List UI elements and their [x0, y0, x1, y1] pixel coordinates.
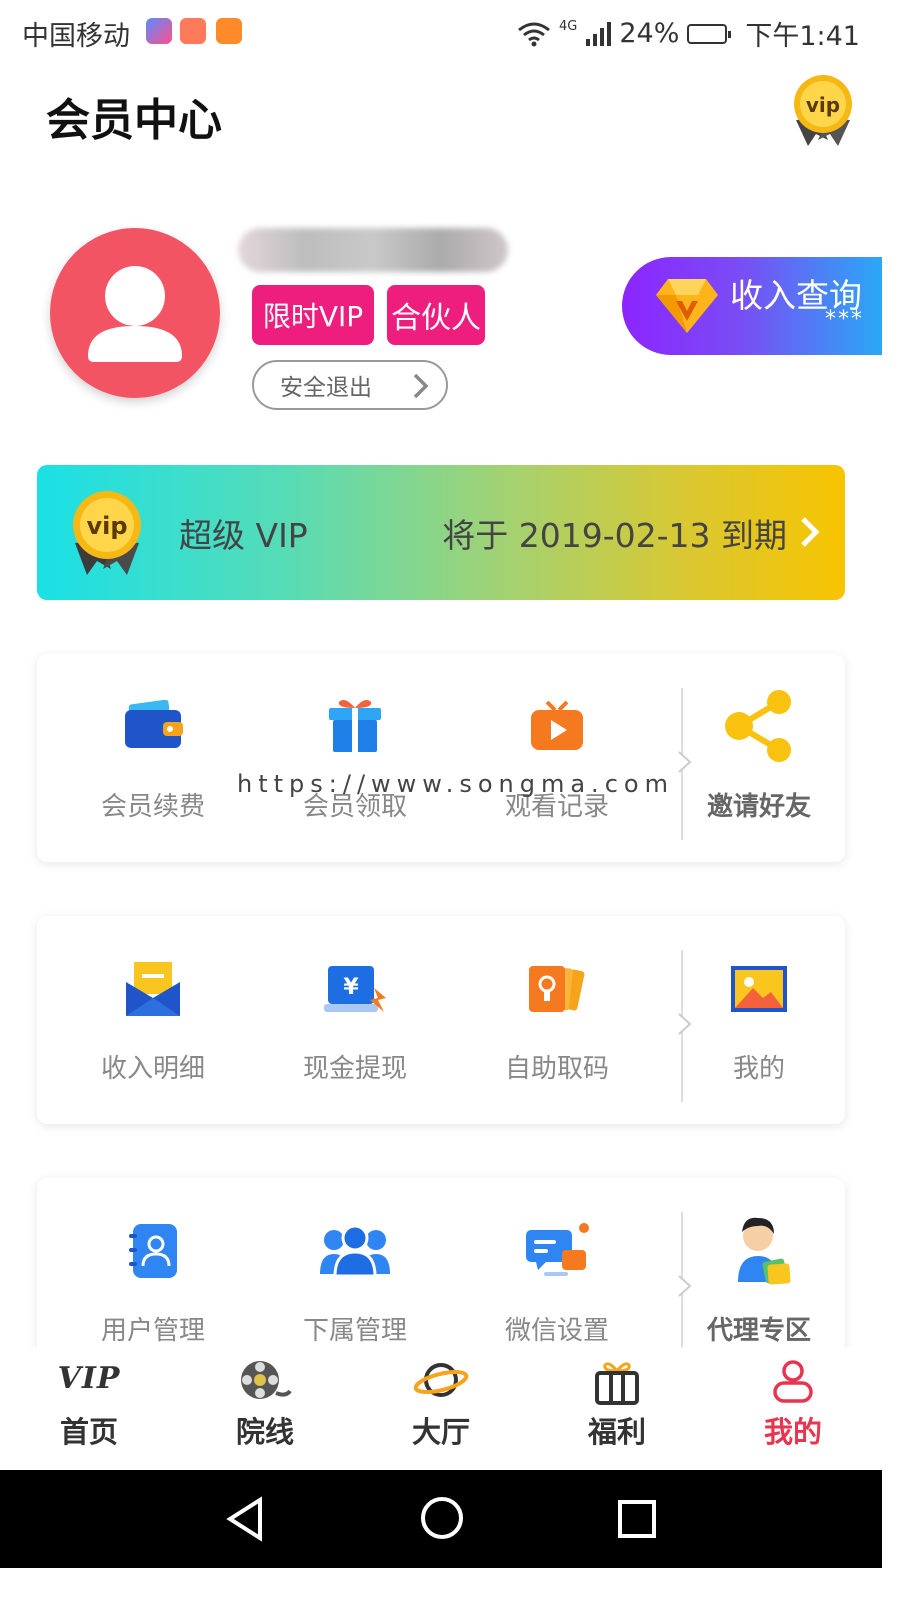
users-group-icon: [320, 1224, 390, 1278]
carrier-name: 中国移动: [22, 21, 130, 52]
menu-card-membership: 会员续费 会员领取 观看记录 邀请好友: [37, 654, 845, 862]
tab-cinema[interactable]: 院线: [177, 1347, 353, 1470]
battery-icon: [687, 23, 732, 44]
watermark-text: https://www.songma.com: [237, 770, 674, 798]
tab-hall[interactable]: 大厅: [353, 1347, 529, 1470]
home-icon[interactable]: [420, 1496, 464, 1540]
tv-play-icon: [531, 700, 583, 750]
income-detail-label: 收入明细: [100, 1054, 205, 1084]
battery-percent: 24%: [619, 18, 680, 49]
vip-badge-icon[interactable]: vip: [790, 74, 856, 146]
chevron-right-icon: [801, 517, 820, 547]
contacts-book-icon: [129, 1224, 177, 1278]
share-icon: [725, 690, 791, 762]
cash-withdraw-item[interactable]: ¥ 现金提现: [255, 916, 455, 1124]
signal-icon: [586, 21, 612, 46]
renew-membership-label: 会员续费: [100, 792, 205, 822]
vip-badge-text: vip: [806, 93, 840, 117]
chat-bubble-icon: [526, 1223, 589, 1276]
avatar[interactable]: [50, 228, 220, 398]
logout-button[interactable]: 安全退出: [252, 360, 448, 410]
vip-logo-icon: VIP: [57, 1361, 121, 1396]
network-type: 4G: [558, 19, 578, 34]
renew-membership-item[interactable]: 会员续费: [53, 654, 253, 862]
planet-icon: [413, 1363, 469, 1397]
mine-item[interactable]: 我的: [659, 916, 859, 1124]
tab-home[interactable]: VIP 首页: [1, 1347, 177, 1470]
tab-welfare-label: 福利: [587, 1415, 646, 1449]
system-navigation-bar: [0, 1470, 882, 1568]
vip-expire-date: 将于 2019-02-13 到期: [442, 516, 787, 555]
cards-icon: [529, 966, 585, 1012]
income-detail-item[interactable]: 收入明细: [53, 916, 253, 1124]
agent-person-icon: [738, 1217, 791, 1285]
invite-friends-label: 邀请好友: [706, 792, 811, 822]
cash-withdraw-label: 现金提现: [302, 1054, 407, 1084]
user-management-label: 用户管理: [100, 1316, 205, 1346]
partner-tag: 合伙人: [387, 285, 485, 345]
mine-label: 我的: [732, 1054, 785, 1084]
video-app-icon: [216, 18, 242, 44]
wechat-settings-label: 微信设置: [504, 1316, 609, 1346]
bottom-tab-bar: VIP 首页 院线 大厅 福利 我的: [0, 1347, 882, 1470]
chevron-right-icon: [413, 373, 429, 399]
self-service-code-item[interactable]: 自助取码: [457, 916, 657, 1124]
recent-apps-icon[interactable]: [618, 1500, 656, 1538]
subordinate-management-label: 下属管理: [302, 1316, 407, 1346]
tab-welfare[interactable]: 福利: [529, 1347, 705, 1470]
gift-icon: [595, 1362, 639, 1405]
cash-withdraw-icon: ¥: [324, 966, 386, 1012]
logout-label: 安全退出: [280, 375, 372, 401]
user-profile-icon: [773, 1360, 813, 1403]
watch-history-item[interactable]: 观看记录: [457, 654, 657, 862]
clock: 下午1:41: [745, 21, 860, 52]
wifi-icon: [518, 22, 550, 46]
claim-membership-item[interactable]: 会员领取: [255, 654, 455, 862]
diamond-icon: [656, 279, 718, 333]
page-title: 会员中心: [46, 95, 222, 146]
menu-card-income: 收入明细 ¥ 现金提现 自助取码 我的: [37, 916, 845, 1124]
self-service-code-label: 自助取码: [504, 1054, 609, 1084]
income-query-button[interactable]: 收入查询 ***: [622, 257, 882, 355]
vip-medal-text: vip: [86, 512, 127, 540]
tab-mine-label: 我的: [763, 1415, 822, 1449]
back-icon[interactable]: [224, 1496, 266, 1542]
envelope-icon: [126, 962, 180, 1016]
tab-mine[interactable]: 我的: [705, 1347, 881, 1470]
tab-home-label: 首页: [59, 1415, 118, 1449]
username-obscured: [238, 228, 508, 272]
agent-zone-label: 代理专区: [706, 1316, 811, 1346]
invite-friends-item[interactable]: 邀请好友: [659, 654, 859, 862]
vip-status-banner[interactable]: vip 超级 VIP 将于 2019-02-13 到期: [37, 465, 845, 600]
income-value: ***: [825, 307, 864, 332]
tab-cinema-label: 院线: [235, 1415, 294, 1449]
user-icon: [88, 266, 182, 362]
status-indicators: 4G 24% 下午1:41: [517, 14, 860, 53]
tab-hall-label: 大厅: [411, 1415, 470, 1449]
app-notification-icon: [180, 18, 206, 44]
status-bar: 中国移动 4G 24% 下午1:41: [0, 0, 882, 62]
limited-vip-tag: 限时VIP: [252, 285, 374, 345]
film-reel-icon: [241, 1361, 292, 1399]
gift-box-icon: [329, 700, 381, 752]
wallet-icon: [125, 700, 183, 748]
vip-level: 超级 VIP: [179, 516, 308, 555]
app-notification-icon: [146, 18, 172, 44]
svg-text:¥: ¥: [343, 975, 359, 1000]
vip-medal-icon: vip: [73, 491, 141, 575]
picture-icon: [731, 966, 787, 1012]
